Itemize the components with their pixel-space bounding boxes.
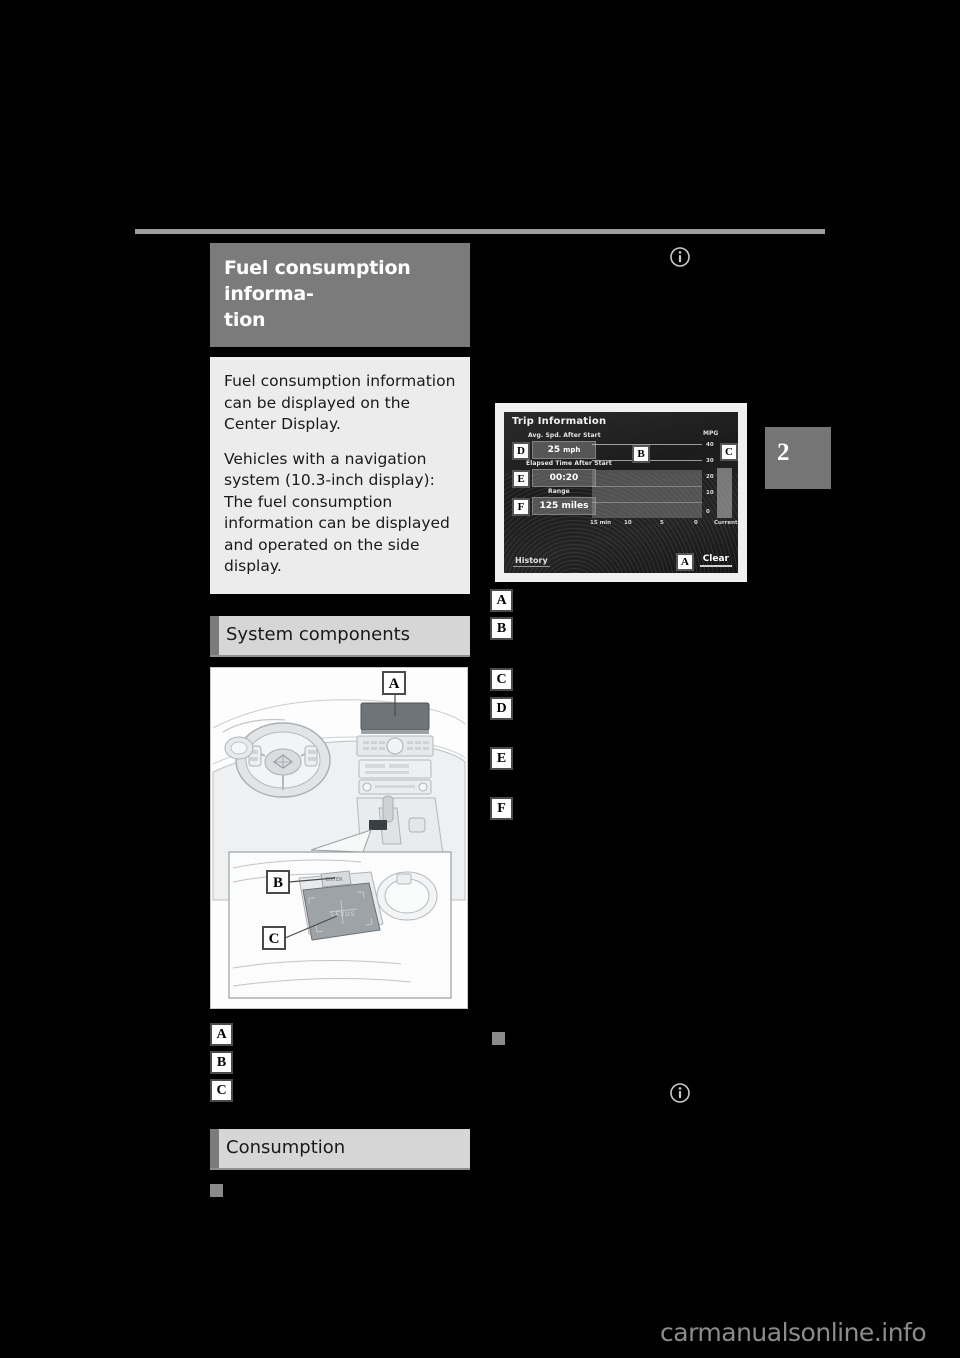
callout-e: E (512, 470, 530, 488)
gridline (592, 502, 702, 503)
current-consumption-bar (717, 468, 732, 518)
square-bullet-icon-right (492, 1032, 505, 1045)
info-icon (669, 246, 691, 268)
x-tick-15min: 15 min (590, 520, 612, 526)
list-item: B (210, 1050, 470, 1079)
current-label: Current (714, 520, 738, 526)
trip-information-screen: Trip Information Avg. Spd. After Start D… (504, 412, 738, 573)
y-tick-40: 40 (706, 442, 714, 448)
right-callout-label-b: B (490, 617, 513, 640)
right-callout-label-c: C (490, 668, 513, 691)
svg-text:C: C (269, 931, 280, 947)
avg-speed-label: Avg. Spd. After Start (528, 432, 601, 439)
range-value-field: 125 miles (532, 497, 596, 515)
history-graph-area (592, 470, 702, 518)
list-item: A (210, 1022, 470, 1051)
x-tick-0: 0 (694, 520, 698, 526)
right-callout-label-e: E (490, 747, 513, 770)
subheading-consumption: Consumption (210, 1128, 470, 1170)
header-rule (135, 229, 825, 234)
callout-label-c: C (210, 1078, 233, 1102)
elapsed-time-label: Elapsed Time After Start (526, 460, 612, 467)
avg-speed-value: 25 (547, 445, 561, 455)
right-callout-label-f: F (490, 797, 513, 820)
screen-title: Trip Information (512, 416, 607, 427)
callout-f: F (512, 498, 530, 516)
page-title-line-2: tion (224, 309, 266, 331)
y-tick-10: 10 (706, 490, 714, 496)
callout-b: B (632, 445, 650, 463)
dashboard-illustration-svg: LEXUS ENTER A B C (211, 667, 467, 1008)
x-tick-5: 5 (660, 520, 664, 526)
callout-c: C (720, 443, 738, 461)
y-tick-20: 20 (706, 474, 714, 480)
left-bullet-square-wrap (210, 1183, 470, 1202)
left-column: Fuel consumption informa- tion Fuel cons… (210, 243, 470, 1202)
callout-label-a: A (210, 1022, 233, 1046)
callout-label-b: B (210, 1050, 233, 1074)
page-title: Fuel consumption informa- tion (210, 243, 470, 347)
intro-paragraph-1: Fuel consumption information can be disp… (224, 372, 456, 433)
gridline (592, 486, 702, 487)
page-title-line-1: Fuel consumption informa- (224, 257, 411, 305)
clear-button[interactable]: Clear (699, 554, 732, 567)
history-button[interactable]: History (513, 556, 550, 567)
avg-speed-unit: mph (563, 446, 581, 454)
list-item: C (210, 1078, 470, 1107)
callout-d: D (512, 442, 530, 460)
info-icon-bottom (669, 1082, 691, 1104)
y-axis-title: MPG (703, 430, 719, 437)
y-tick-0: 0 (706, 509, 710, 515)
manual-page: 2 Fuel consumption informa- tion Fuel co… (0, 0, 960, 1358)
dashboard-illustration: LEXUS ENTER A B C (210, 666, 468, 1009)
intro-text-box: Fuel consumption information can be disp… (210, 357, 470, 594)
elapsed-time-value: 00:20 (549, 473, 579, 483)
svg-text:B: B (273, 875, 283, 891)
subheading-system-components: System components (210, 615, 470, 657)
range-value: 125 miles (539, 501, 589, 511)
square-bullet-icon (210, 1183, 223, 1197)
callout-a: A (676, 553, 694, 571)
left-legend-list: A B C (210, 1022, 470, 1107)
x-tick-10: 10 (624, 520, 632, 526)
trip-information-figure: Trip Information Avg. Spd. After Start D… (495, 403, 747, 582)
avg-speed-value-field: 25 mph (532, 441, 596, 459)
chapter-number: 2 (777, 439, 790, 466)
intro-paragraph-2: Vehicles with a navigation system (10.3-… (224, 449, 450, 576)
chapter-tab: 2 (765, 427, 831, 489)
right-callout-label-a: A (490, 589, 513, 612)
y-tick-30: 30 (706, 458, 714, 464)
right-callout-label-d: D (490, 697, 513, 720)
watermark: carmanualsonline.info (660, 1318, 927, 1347)
info-note-icon-top (669, 246, 691, 273)
svg-text:A: A (389, 676, 400, 692)
elapsed-time-value-field: 00:20 (532, 469, 596, 487)
range-label: Range (548, 488, 570, 495)
